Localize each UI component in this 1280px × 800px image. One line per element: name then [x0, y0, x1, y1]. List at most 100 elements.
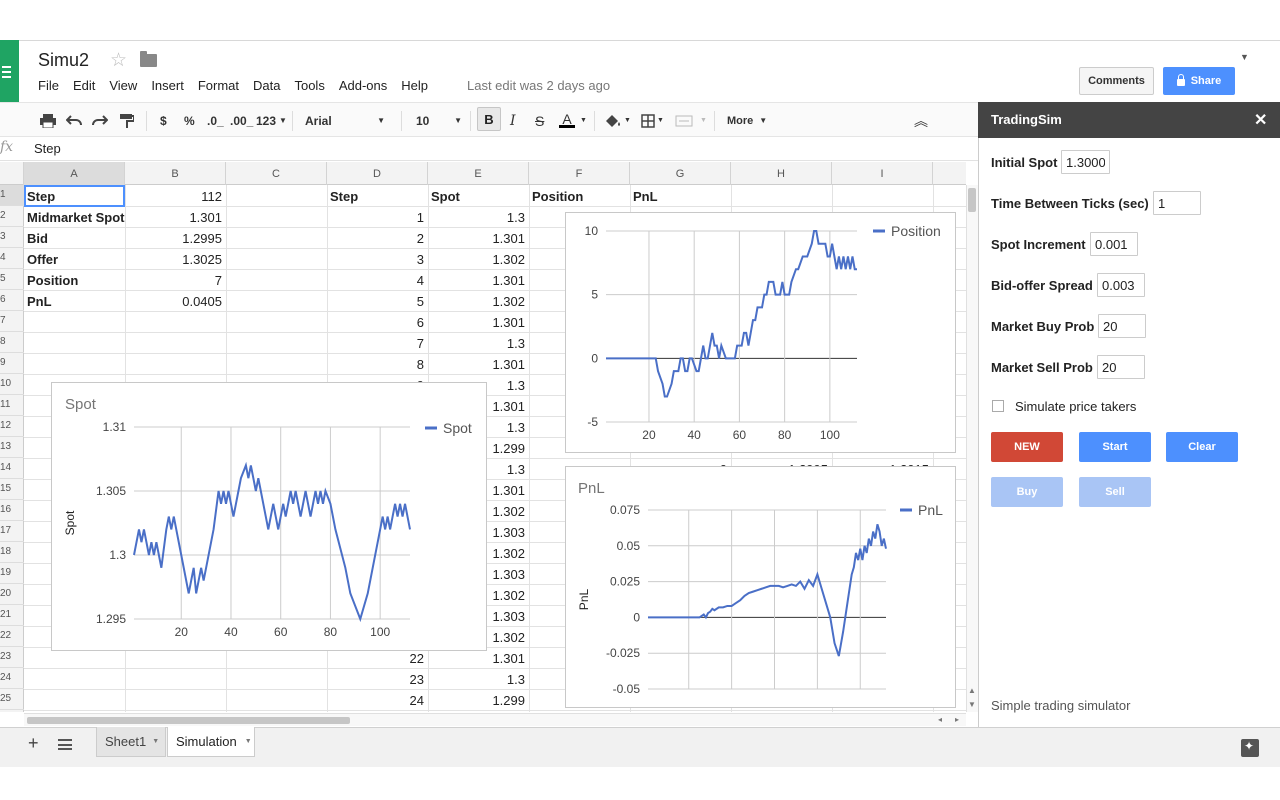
initial-spot-input[interactable] [1061, 150, 1110, 174]
tick-interval-input[interactable] [1153, 191, 1201, 215]
row-header[interactable]: 4 [0, 248, 24, 269]
row-header[interactable]: 10 [0, 374, 24, 395]
cell-d1[interactable]: Step [327, 186, 428, 207]
merge-cells-icon[interactable] [675, 103, 693, 138]
step-cell[interactable]: 2 [327, 228, 428, 249]
row-header[interactable]: 17 [0, 521, 24, 542]
cell-b5[interactable]: 7 [125, 270, 226, 291]
column-header-h[interactable]: H [731, 162, 832, 185]
menu-addons[interactable]: Add-ons [339, 78, 387, 93]
spot-increment-input[interactable] [1090, 232, 1138, 256]
cell-f1[interactable]: Position [529, 186, 630, 207]
bold-button[interactable]: B [477, 107, 501, 131]
menu-format[interactable]: Format [198, 78, 239, 93]
all-sheets-icon[interactable] [58, 739, 72, 750]
font-family-dropdown[interactable]: Arial ▼ [305, 103, 390, 138]
cell-b2[interactable]: 1.301 [125, 207, 226, 228]
doc-title[interactable]: Simu2 [38, 50, 89, 71]
row-header[interactable]: 21 [0, 605, 24, 626]
new-button[interactable]: NEW [991, 432, 1063, 462]
step-cell[interactable]: 24 [327, 690, 428, 711]
row-header[interactable]: 19 [0, 563, 24, 584]
row-header[interactable]: 9 [0, 353, 24, 374]
menu-help[interactable]: Help [401, 78, 428, 93]
market-buy-prob-input[interactable] [1098, 314, 1146, 338]
spot-cell[interactable]: 1.301 [428, 312, 529, 333]
spot-cell[interactable]: 1.302 [428, 249, 529, 270]
column-header-g[interactable]: G [630, 162, 731, 185]
tab-simulation[interactable]: Simulation ▼ [167, 727, 255, 757]
spot-chart[interactable]: Spot Spot 1.31 1.305 1.3 1.295 20 40 60 80 100 Spot [51, 382, 487, 651]
paint-format-icon[interactable] [120, 103, 134, 138]
close-icon[interactable]: ✕ [1254, 110, 1267, 130]
menu-data[interactable]: Data [253, 78, 280, 93]
row-header[interactable]: 2 [0, 206, 24, 227]
step-cell[interactable]: 4 [327, 270, 428, 291]
account-caret-icon[interactable]: ▼ [1240, 52, 1249, 62]
menu-tools[interactable]: Tools [294, 78, 324, 93]
column-header-c[interactable]: C [226, 162, 327, 185]
row-header[interactable]: 3 [0, 227, 24, 248]
row-header[interactable]: 20 [0, 584, 24, 605]
row-header[interactable]: 12 [0, 416, 24, 437]
spot-cell[interactable]: 1.301 [428, 228, 529, 249]
sell-button[interactable]: Sell [1079, 477, 1151, 507]
step-cell[interactable]: 23 [327, 669, 428, 690]
currency-format-button[interactable]: $ [160, 103, 167, 138]
formula-input[interactable]: Step [34, 141, 61, 156]
row-header[interactable]: 24 [0, 668, 24, 689]
font-size-dropdown[interactable]: 10 ▼ [416, 103, 464, 138]
comments-button[interactable]: Comments [1079, 67, 1154, 95]
spot-cell[interactable]: 1.301 [428, 354, 529, 375]
column-header-i[interactable]: I [832, 162, 933, 185]
cell-b4[interactable]: 1.3025 [125, 249, 226, 270]
row-header[interactable]: 15 [0, 479, 24, 500]
redo-icon[interactable] [92, 103, 108, 138]
more-dropdown[interactable]: More ▼ [727, 103, 767, 138]
scroll-left-icon[interactable]: ◂ [938, 715, 942, 724]
print-icon[interactable] [40, 103, 56, 138]
column-header-d[interactable]: D [327, 162, 428, 185]
step-cell[interactable]: 8 [327, 354, 428, 375]
scroll-up-icon[interactable]: ▲ [968, 686, 976, 695]
spot-cell[interactable]: 1.299 [428, 690, 529, 711]
column-header-e[interactable]: E [428, 162, 529, 185]
last-edit-link[interactable]: Last edit was 2 days ago [467, 78, 610, 93]
column-header-a[interactable]: A [24, 162, 125, 185]
scroll-right-icon[interactable]: ▸ [955, 715, 959, 724]
column-header-f[interactable]: F [529, 162, 630, 185]
row-header[interactable]: 5 [0, 269, 24, 290]
spot-cell[interactable]: 1.301 [428, 270, 529, 291]
row-header[interactable]: 7 [0, 311, 24, 332]
position-chart[interactable]: 10 5 0 -5 20 40 60 80 100 Position [565, 212, 956, 453]
row-header[interactable]: 23 [0, 647, 24, 668]
step-cell[interactable]: 1 [327, 207, 428, 228]
menu-view[interactable]: View [109, 78, 137, 93]
row-header[interactable]: 22 [0, 626, 24, 647]
row-header[interactable]: 1 [0, 185, 24, 206]
decrease-decimal-button[interactable]: .0_ [207, 103, 224, 138]
row-header[interactable]: 14 [0, 458, 24, 479]
select-all-corner[interactable] [0, 162, 24, 185]
spot-cell[interactable]: 1.3 [428, 333, 529, 354]
spot-cell[interactable]: 1.3 [428, 207, 529, 228]
strikethrough-button[interactable]: S [535, 103, 544, 138]
spot-cell[interactable]: 1.302 [428, 291, 529, 312]
cell-b6[interactable]: 0.0405 [125, 291, 226, 312]
chevron-down-icon[interactable]: ▼ [700, 103, 707, 138]
cell-a4[interactable]: Offer [24, 249, 125, 270]
step-cell[interactable]: 5 [327, 291, 428, 312]
step-cell[interactable]: 6 [327, 312, 428, 333]
row-header[interactable]: 25 [0, 689, 24, 710]
row-header[interactable]: 8 [0, 332, 24, 353]
tab-sheet1[interactable]: Sheet1 ▼ [96, 727, 166, 757]
row-header[interactable]: 18 [0, 542, 24, 563]
cell-g1[interactable]: PnL [630, 186, 731, 207]
simulate-takers-checkbox[interactable] [992, 400, 1004, 412]
pnl-chart[interactable]: PnL PnL 0.075 0.05 0.025 0 -0.025 -0.05 PnL [565, 466, 956, 708]
cell-a5[interactable]: Position [24, 270, 125, 291]
chevron-down-icon[interactable]: ▼ [580, 103, 587, 138]
row-header[interactable]: 11 [0, 395, 24, 416]
cell-a2[interactable]: Midmarket Spot [24, 207, 125, 228]
share-button[interactable]: Share [1163, 67, 1235, 95]
